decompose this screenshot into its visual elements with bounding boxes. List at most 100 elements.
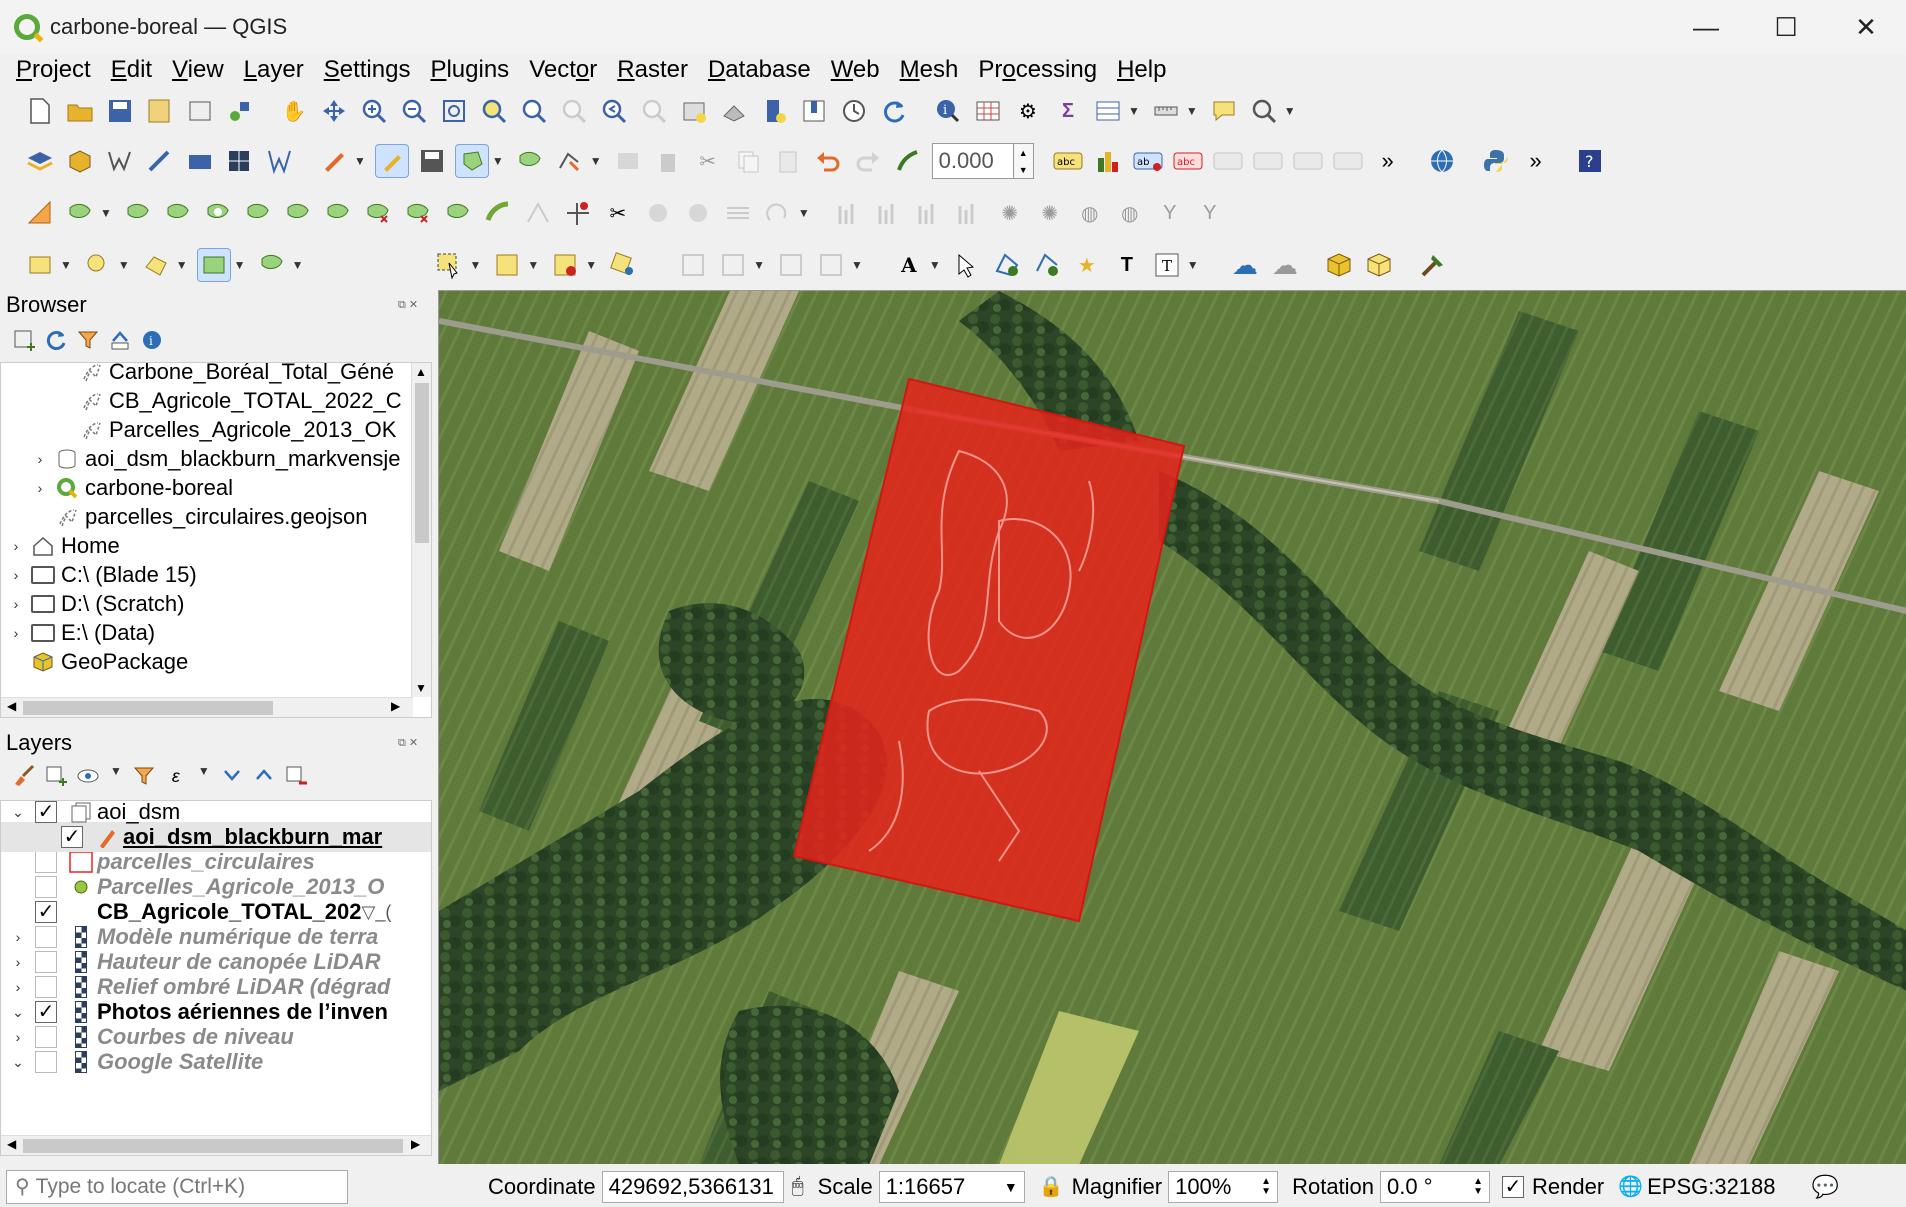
add-ring-icon[interactable] — [201, 196, 235, 230]
layer-expand-arrow-icon[interactable]: › — [9, 954, 27, 970]
print-layout-icon[interactable] — [183, 94, 217, 128]
layout-text-icon-4[interactable] — [953, 196, 987, 230]
toggle-extents-mouse-icon[interactable]: 🖱 — [792, 1175, 804, 1198]
layers-dock-buttons[interactable]: ⧉ ✕ — [398, 736, 418, 750]
sun-icon-2[interactable]: ✺ — [1033, 196, 1067, 230]
select-annotation-icon[interactable] — [950, 248, 984, 282]
expand-all-icon[interactable] — [220, 764, 244, 788]
add-part-icon[interactable] — [241, 196, 275, 230]
pin-unpin-labels-icon[interactable]: abc — [1171, 144, 1205, 178]
layer-visibility-checkbox[interactable] — [35, 951, 57, 973]
browser-dock-buttons[interactable]: ⧉ ✕ — [398, 298, 418, 312]
attribute-table-menu-icon[interactable] — [1091, 94, 1125, 128]
package-cube-icon-2[interactable] — [1362, 248, 1396, 282]
new-geopackage-layer-icon[interactable] — [63, 144, 97, 178]
properties-info-icon[interactable]: i — [140, 328, 164, 352]
layer-visibility-checkbox[interactable] — [35, 876, 57, 898]
digitize-tool-icon-1[interactable] — [676, 248, 710, 282]
more-tools-chevron-icon[interactable]: » — [1371, 144, 1405, 178]
pan-to-selection-icon[interactable] — [317, 94, 351, 128]
zoom-out-icon[interactable] — [397, 94, 431, 128]
menu-project[interactable]: Project — [6, 56, 101, 84]
rotation-spinbox[interactable]: 0.0 ° ▲ ▼ — [1380, 1170, 1491, 1203]
settings-gear-icon[interactable]: ⚙ — [1011, 94, 1045, 128]
delete-part-icon[interactable] — [401, 196, 435, 230]
refresh-icon[interactable] — [877, 94, 911, 128]
statistics-sigma-icon[interactable]: Σ — [1051, 94, 1085, 128]
expand-arrow-icon[interactable]: › — [7, 596, 25, 612]
zoom-full-icon[interactable] — [437, 94, 471, 128]
split-features-icon[interactable] — [561, 196, 595, 230]
layer-visibility-checkbox[interactable] — [35, 926, 57, 948]
cloud-sync-icon[interactable]: ☁ — [1268, 248, 1302, 282]
identify-features-icon[interactable]: i — [931, 94, 965, 128]
expand-arrow-icon[interactable]: › — [31, 480, 49, 496]
menu-vector[interactable]: Vector — [519, 56, 607, 84]
coordinate-field[interactable]: 429692,5366131 — [601, 1170, 784, 1203]
style-layer-brush-icon[interactable] — [12, 764, 36, 788]
menu-database[interactable]: Database — [698, 56, 821, 84]
layer-visibility-checkbox[interactable] — [35, 1026, 57, 1048]
select-by-expression-icon[interactable] — [23, 248, 57, 282]
browser-item[interactable]: › D:\ (Scratch) — [1, 589, 185, 619]
map-tips-icon[interactable] — [1207, 94, 1241, 128]
browser-item[interactable]: › carbone-boreal — [1, 473, 233, 503]
digitize-tool-icon-4[interactable] — [814, 248, 848, 282]
open-project-icon[interactable] — [63, 94, 97, 128]
processing-toolbox-hammer-icon[interactable] — [1416, 248, 1450, 282]
y-tool-icon-2[interactable]: Y — [1193, 196, 1227, 230]
menu-processing[interactable]: Processing — [968, 56, 1107, 84]
browser-vertical-scrollbar[interactable]: ▲ ▼ — [411, 363, 431, 697]
scale-combobox[interactable]: 1:16657 ▼ — [878, 1170, 1025, 1203]
new-3d-view-icon[interactable] — [717, 94, 751, 128]
browser-item[interactable]: › C:\ (Blade 15) — [1, 560, 197, 590]
rotate-feature-icon[interactable] — [121, 196, 155, 230]
menu-view[interactable]: View — [162, 56, 234, 84]
layer-visibility-checkbox[interactable]: ✓ — [35, 1001, 57, 1023]
offset-curve-shape-icon[interactable] — [441, 196, 475, 230]
expand-arrow-icon[interactable]: › — [7, 625, 25, 641]
attribute-selection-icon[interactable] — [490, 248, 524, 282]
show-bookmarks-icon[interactable] — [797, 94, 831, 128]
select-rectangle-icon[interactable] — [432, 248, 466, 282]
zoom-in-icon[interactable] — [357, 94, 391, 128]
offset-curve-icon[interactable] — [891, 144, 925, 178]
merge-attributes-icon[interactable] — [681, 196, 715, 230]
menu-plugins[interactable]: Plugins — [420, 56, 519, 84]
more-plugins-chevron-icon[interactable]: » — [1519, 144, 1553, 178]
merge-features-icon[interactable] — [641, 196, 675, 230]
reshape-features-icon[interactable] — [321, 196, 355, 230]
filter-browser-icon[interactable] — [76, 328, 100, 352]
highlight-pinned-labels-icon[interactable]: ab — [1131, 144, 1165, 178]
browser-item[interactable]: GeoPackage — [1, 647, 188, 677]
menu-edit[interactable]: Edit — [101, 56, 162, 84]
zoom-to-layer-icon[interactable] — [517, 94, 551, 128]
maximize-button[interactable]: ☐ — [1746, 0, 1826, 54]
delete-selected-icon[interactable] — [651, 144, 685, 178]
text-annotation-icon[interactable]: T — [1150, 248, 1184, 282]
circle-tool-icon-1[interactable]: ◍ — [1073, 196, 1107, 230]
package-cube-icon-1[interactable] — [1322, 248, 1356, 282]
undo-icon[interactable] — [811, 144, 845, 178]
new-mesh-layer-icon[interactable] — [263, 144, 297, 178]
locator-search-input[interactable]: ⚲ Type to locate (Ctrl+K) — [6, 1169, 348, 1204]
paste-features-icon[interactable] — [771, 144, 805, 178]
advanced-digitizing-icon[interactable] — [23, 196, 57, 230]
new-virtual-layer-icon[interactable] — [223, 144, 257, 178]
toggle-editing-pencil-icon[interactable] — [374, 144, 409, 178]
expand-arrow-icon[interactable]: › — [31, 451, 49, 467]
vertex-tool-icon[interactable] — [553, 144, 587, 178]
data-source-manager-icon[interactable] — [23, 144, 57, 178]
annotation-polygon-icon[interactable] — [990, 248, 1024, 282]
manage-map-themes-eye-icon[interactable] — [76, 764, 100, 788]
annotation-text-icon[interactable]: T — [1110, 248, 1144, 282]
crs-globe-icon[interactable]: 🌐 — [1618, 1174, 1643, 1199]
layer-visibility-checkbox[interactable] — [35, 976, 57, 998]
annotation-line-icon[interactable] — [1030, 248, 1064, 282]
circle-tool-icon-2[interactable]: ◍ — [1113, 196, 1147, 230]
layer-expand-arrow-icon[interactable]: › — [9, 929, 27, 945]
save-as-icon[interactable] — [143, 94, 177, 128]
layer-expand-arrow-icon[interactable]: ⌄ — [9, 1054, 27, 1071]
show-hide-labels-icon[interactable] — [1211, 144, 1245, 178]
browser-item[interactable]: parcelles_circulaires.geojson — [1, 502, 367, 532]
